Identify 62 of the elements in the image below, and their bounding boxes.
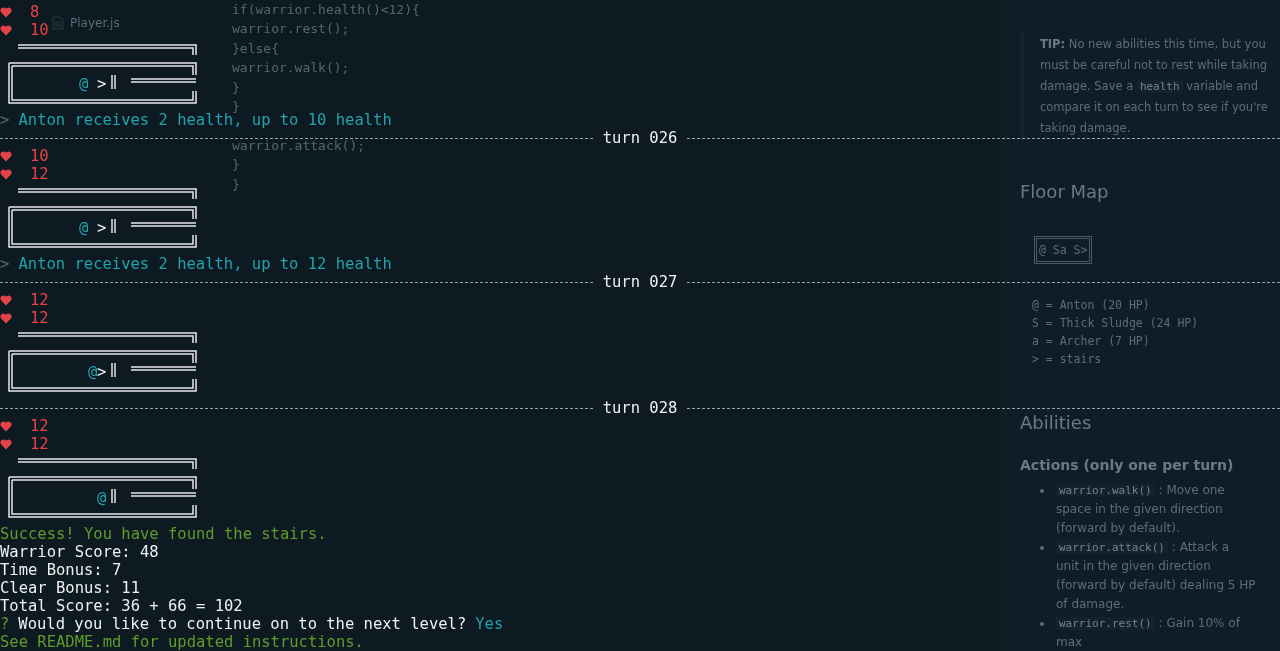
code-line: } bbox=[232, 157, 240, 173]
heart-icon bbox=[0, 294, 12, 306]
success-message: Success! You have found the stairs. bbox=[0, 525, 327, 543]
health-reading: 12 bbox=[30, 417, 49, 435]
warrior-symbol: @ bbox=[79, 219, 88, 237]
health-reading: 12 bbox=[30, 291, 49, 309]
legend-entry: > = stairs bbox=[1032, 351, 1103, 368]
legend-entry: S = Thick Sludge (24 HP) bbox=[1032, 315, 1200, 332]
bullet-icon bbox=[1040, 622, 1044, 626]
ability-description: warrior.rest() : Gain 10% of max bbox=[1056, 615, 1242, 651]
ability-description: warrior.walk() : Move one space in the given direction (forward by default). bbox=[1056, 482, 1226, 537]
score-line: Warrior Score: 48 bbox=[0, 543, 159, 561]
tip-paragraph: TIP: No new abilities this time, but you must be careful not to rest while taking damage. Save a health variable and compare it on each turn to see if you're taking damage. bbox=[1020, 32, 1280, 141]
code-line: } bbox=[232, 176, 240, 192]
heart-icon bbox=[0, 150, 12, 162]
warrior-symbol: @ bbox=[88, 363, 97, 381]
code-line: } bbox=[232, 79, 240, 95]
question-text: Would you like to continue on to the next level? bbox=[18, 615, 467, 633]
heart-icon bbox=[0, 168, 12, 180]
code-line: }else{ bbox=[232, 40, 279, 56]
instruction-note: See README.md for updated instructions. bbox=[0, 633, 364, 651]
file-icon bbox=[52, 16, 64, 30]
subsection-heading: Actions (only one per turn) bbox=[1020, 457, 1235, 473]
heart-icon bbox=[0, 420, 12, 432]
floor-map-diagram: @ Sa S> bbox=[1034, 236, 1093, 264]
code-line: } bbox=[232, 98, 240, 114]
bullet-icon bbox=[1040, 489, 1044, 493]
heart-icon bbox=[0, 312, 12, 324]
code-line: if(warrior.health()<12){ bbox=[232, 2, 420, 17]
health-reading: 8 bbox=[30, 3, 40, 21]
question-marker: ? bbox=[0, 615, 10, 633]
file-item[interactable]: Player.js bbox=[52, 16, 120, 30]
warrior-symbol: @ bbox=[97, 489, 106, 507]
stairs-symbol: > bbox=[97, 363, 106, 381]
stairs-symbol: > bbox=[97, 75, 106, 93]
stairs-symbol: > bbox=[97, 219, 106, 237]
code-line: warrior.attack(); bbox=[232, 137, 366, 153]
health-reading: 10 bbox=[30, 147, 49, 165]
code-line: warrior.rest(); bbox=[232, 21, 350, 37]
legend-entry: a = Archer (7 HP) bbox=[1032, 333, 1151, 350]
health-reading: 12 bbox=[30, 165, 49, 183]
prompt-marker: > bbox=[0, 111, 11, 129]
answer-text[interactable]: Yes bbox=[475, 615, 504, 633]
heart-icon bbox=[0, 438, 12, 450]
code-line: warrior.walk(); bbox=[232, 60, 350, 76]
health-reading: 12 bbox=[30, 309, 49, 327]
score-line: Clear Bonus: 11 bbox=[0, 579, 140, 597]
prompt-marker: > bbox=[0, 255, 11, 273]
heart-icon bbox=[0, 24, 12, 36]
health-reading: 10 bbox=[30, 21, 49, 39]
section-heading: Floor Map bbox=[1020, 181, 1110, 202]
section-heading: Abilities bbox=[1020, 412, 1093, 433]
ability-description: warrior.attack() : Attack a unit in the given direction (forward by default) dealing 5 HP of damage. bbox=[1056, 539, 1256, 613]
file-name: Player.js bbox=[70, 16, 120, 30]
heart-icon bbox=[0, 6, 12, 18]
bullet-icon bbox=[1040, 546, 1044, 550]
score-line: Time Bonus: 7 bbox=[0, 561, 122, 579]
warrior-symbol: @ bbox=[79, 75, 88, 93]
log-message: Anton receives 2 health, up to 12 health bbox=[18, 255, 392, 273]
score-line: Total Score: 36 + 66 = 102 bbox=[0, 597, 243, 615]
health-reading: 12 bbox=[30, 435, 49, 453]
legend-entry: @ = Anton (20 HP) bbox=[1032, 297, 1151, 314]
